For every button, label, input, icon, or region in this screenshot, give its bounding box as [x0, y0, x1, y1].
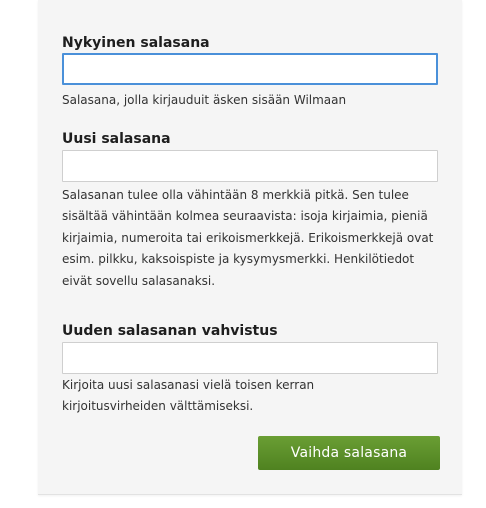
confirm-password-label: Uuden salasanan vahvistus: [62, 323, 278, 339]
new-password-input[interactable]: [62, 150, 438, 182]
new-password-help: Salasanan tulee olla vähintään 8 merkkiä…: [62, 188, 434, 288]
change-password-panel: Nykyinen salasana Salasana, jolla kirjau…: [38, 0, 462, 495]
current-password-label: Nykyinen salasana: [62, 35, 210, 51]
confirm-password-input[interactable]: [62, 342, 438, 374]
current-password-input[interactable]: [62, 53, 438, 85]
new-password-label: Uusi salasana: [62, 131, 171, 147]
confirm-password-help: Kirjoita uusi salasanasi vielä toisen ke…: [62, 378, 315, 414]
change-password-button[interactable]: Vaihda salasana: [258, 436, 440, 470]
current-password-help: Salasana, jolla kirjauduit äsken sisään …: [62, 93, 347, 107]
